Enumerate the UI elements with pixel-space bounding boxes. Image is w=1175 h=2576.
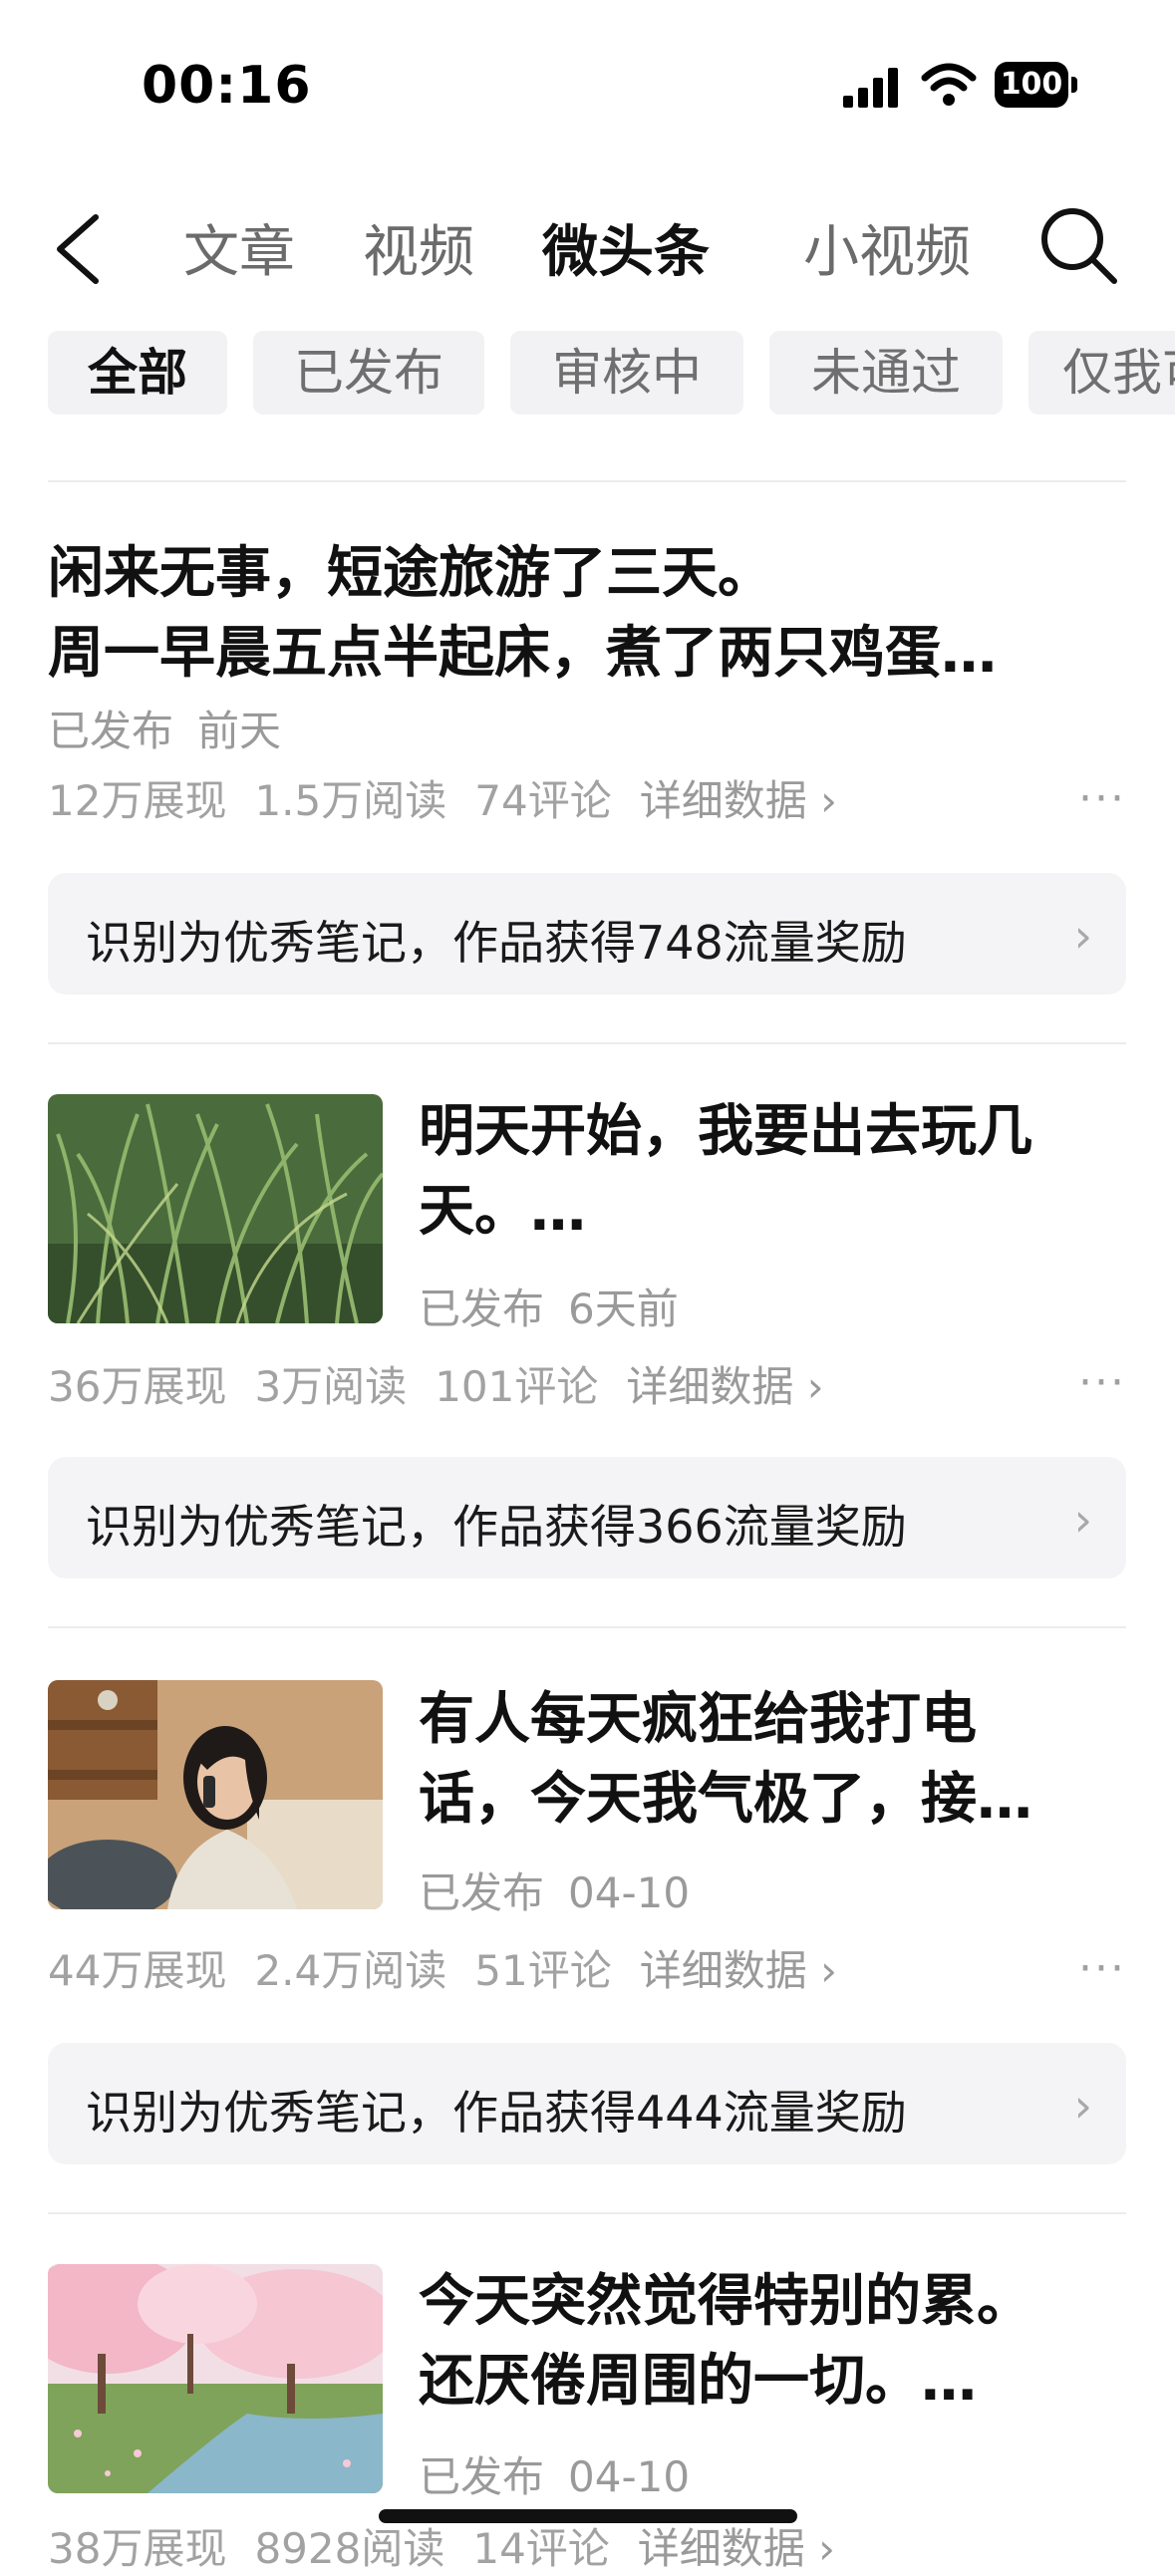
more-dots-icon[interactable]: ··· bbox=[1078, 1357, 1126, 1408]
reward-text: 识别为优秀笔记，作品获得444流量奖励 bbox=[86, 2086, 907, 2140]
tab-short-videos[interactable]: 小视频 bbox=[803, 207, 971, 288]
filter-published[interactable]: 已发布 bbox=[253, 331, 484, 415]
impressions-count: 38万展现 bbox=[48, 2524, 227, 2573]
detail-data-label: 详细数据 bbox=[626, 1362, 794, 1411]
comments-count: 74评论 bbox=[474, 776, 612, 825]
post-title[interactable]: 有人每天疯狂给我打电 话，今天我气极了，接… bbox=[419, 1680, 1136, 1840]
tab-videos[interactable]: 视频 bbox=[363, 207, 474, 288]
chevron-right-icon: › bbox=[1073, 909, 1092, 963]
post-status: 已发布 bbox=[419, 1285, 545, 1333]
detail-data-link[interactable]: 详细数据 › bbox=[640, 776, 837, 825]
comments-count: 101评论 bbox=[435, 1362, 599, 1411]
reward-banner[interactable]: 识别为优秀笔记，作品获得444流量奖励 › bbox=[48, 2043, 1126, 2164]
chevron-right-icon: › bbox=[1073, 2079, 1092, 2133]
post-meta: 已发布 04-10 bbox=[419, 2443, 714, 2504]
reads-count: 2.4万阅读 bbox=[254, 1946, 447, 1995]
divider bbox=[48, 1626, 1126, 1628]
post-stats: 44万展现 2.4万阅读 51评论 详细数据 › bbox=[48, 1937, 837, 1998]
divider bbox=[48, 480, 1126, 482]
comments-count: 14评论 bbox=[472, 2524, 610, 2573]
chevron-right-icon: › bbox=[1073, 1493, 1092, 1547]
post-title[interactable]: 明天开始，我要出去玩几 天。… bbox=[419, 1092, 1136, 1252]
search-icon[interactable] bbox=[1036, 203, 1120, 287]
reads-count: 3万阅读 bbox=[254, 1362, 408, 1411]
post-meta: 已发布 6天前 bbox=[419, 1276, 703, 1336]
reads-count: 8928阅读 bbox=[254, 2524, 445, 2573]
reward-banner[interactable]: 识别为优秀笔记，作品获得366流量奖励 › bbox=[48, 1457, 1126, 1578]
detail-data-label: 详细数据 bbox=[639, 776, 807, 825]
filter-reviewing[interactable]: 审核中 bbox=[510, 331, 743, 415]
battery-icon: 100 bbox=[995, 62, 1080, 108]
detail-data-link[interactable]: 详细数据 › bbox=[640, 1946, 837, 1995]
post-title[interactable]: 今天突然觉得特别的累。 还厌倦周围的一切。… bbox=[419, 2262, 1136, 2422]
post-time: 04-10 bbox=[568, 1868, 691, 1917]
reward-banner[interactable]: 识别为优秀笔记，作品获得748流量奖励 › bbox=[48, 873, 1126, 995]
detail-data-label: 详细数据 bbox=[639, 1946, 807, 1995]
more-dots-icon[interactable]: ··· bbox=[1078, 1943, 1126, 1994]
filter-all[interactable]: 全部 bbox=[48, 331, 227, 415]
detail-data-link[interactable]: 详细数据 › bbox=[626, 1362, 823, 1411]
filter-rejected[interactable]: 未通过 bbox=[769, 331, 1003, 415]
divider bbox=[48, 2212, 1126, 2214]
chevron-left-icon[interactable] bbox=[48, 209, 108, 289]
filter-chips: 全部 已发布 审核中 未通过 仅我可见 bbox=[0, 331, 1175, 417]
post-meta: 已发布 前天 bbox=[48, 698, 305, 758]
comments-count: 51评论 bbox=[474, 1946, 612, 1995]
wifi-icon bbox=[921, 63, 977, 106]
reads-count: 1.5万阅读 bbox=[254, 776, 447, 825]
post-thumbnail[interactable] bbox=[48, 1680, 383, 1909]
detail-data-link[interactable]: 详细数据 › bbox=[638, 2524, 835, 2573]
post-time: 前天 bbox=[197, 707, 282, 755]
post-status: 已发布 bbox=[419, 1868, 545, 1917]
post-status: 已发布 bbox=[419, 2452, 545, 2501]
post-stats: 36万展现 3万阅读 101评论 详细数据 › bbox=[48, 1353, 824, 1414]
impressions-count: 12万展现 bbox=[48, 776, 227, 825]
post-title[interactable]: 闲来无事，短途旅游了三天。 周一早晨五点半起床，煮了两只鸡蛋… bbox=[48, 534, 1126, 694]
more-dots-icon[interactable]: ··· bbox=[1078, 773, 1126, 824]
impressions-count: 44万展现 bbox=[48, 1946, 227, 1995]
tab-micro-headlines[interactable]: 微头条 bbox=[542, 207, 710, 288]
divider bbox=[48, 1042, 1126, 1044]
filter-private[interactable]: 仅我可见 bbox=[1028, 331, 1175, 415]
post-thumbnail[interactable] bbox=[48, 1094, 383, 1323]
home-indicator[interactable] bbox=[379, 2509, 797, 2523]
battery-level: 100 bbox=[995, 62, 1068, 108]
post-stats: 38万展现 8928阅读 14评论 详细数据 › bbox=[48, 2515, 835, 2576]
post-thumbnail[interactable] bbox=[48, 2264, 383, 2493]
tab-articles[interactable]: 文章 bbox=[183, 207, 295, 288]
status-time: 00:16 bbox=[142, 56, 312, 116]
post-meta: 已发布 04-10 bbox=[419, 1860, 714, 1920]
post-status: 已发布 bbox=[48, 707, 174, 755]
status-bar: 00:16 100 bbox=[0, 0, 1175, 169]
reward-text: 识别为优秀笔记，作品获得748流量奖励 bbox=[86, 916, 907, 970]
impressions-count: 36万展现 bbox=[48, 1362, 227, 1411]
cellular-signal-icon bbox=[843, 68, 898, 108]
post-stats: 12万展现 1.5万阅读 74评论 详细数据 › bbox=[48, 767, 837, 828]
post-time: 6天前 bbox=[568, 1285, 679, 1333]
reward-text: 识别为优秀笔记，作品获得366流量奖励 bbox=[86, 1500, 907, 1554]
top-nav: 文章 视频 微头条 小视频 bbox=[0, 189, 1175, 299]
detail-data-label: 详细数据 bbox=[637, 2524, 805, 2573]
post-time: 04-10 bbox=[568, 2452, 691, 2501]
